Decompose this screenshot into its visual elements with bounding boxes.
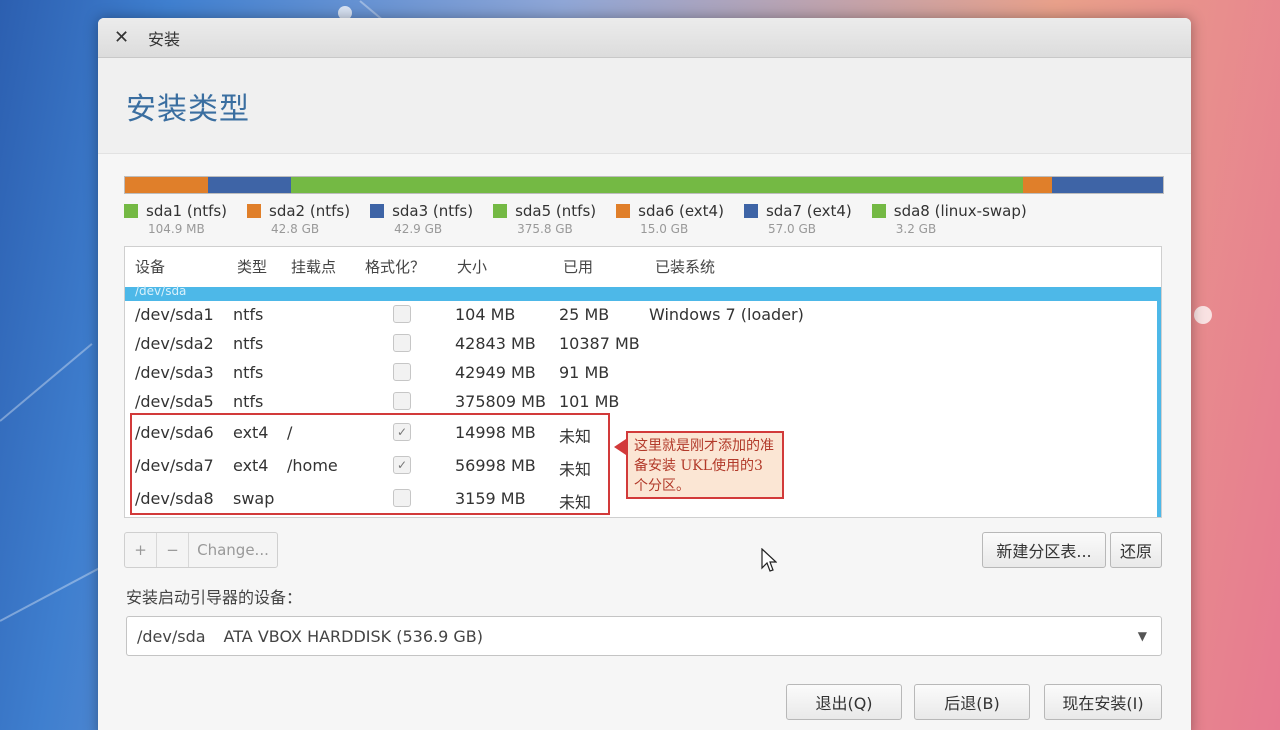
legend-name: sda6 (ext4) [638,202,724,220]
cell-type: ntfs [233,334,264,353]
revert-button[interactable]: 还原 [1110,532,1162,568]
legend-name: sda3 (ntfs) [392,202,474,220]
table-row[interactable]: /dev/sda2 ntfs 42843 MB 10387 MB [125,330,1155,359]
header-used[interactable]: 已用 [563,256,593,277]
cell-used: 10387 MB [559,334,640,353]
cell-type: ntfs [233,392,264,411]
partition-bar-segment [1051,177,1163,193]
window-title: 安装 [148,29,181,49]
partition-bar-segment [1022,177,1052,193]
format-checkbox[interactable] [393,392,411,410]
installer-window: ✕ 安装 安装类型 sda1 (ntfs) 104.9 MB sda2 (ntf… [98,18,1191,730]
header-system[interactable]: 已装系统 [655,256,715,277]
legend-swatch [370,204,385,218]
highlight-box [130,413,610,515]
table-row[interactable]: /dev/sda1 ntfs 104 MB 25 MB Windows 7 (l… [125,301,1155,330]
partition-legend: sda1 (ntfs) 104.9 MB sda2 (ntfs) 42.8 GB… [124,202,1164,236]
partition-bar-segment [125,177,209,193]
legend-size: 57.0 GB [767,222,817,236]
cell-used: 91 MB [559,363,610,382]
header-mount[interactable]: 挂载点 [291,256,336,277]
legend-name: sda8 (linux-swap) [893,202,1027,220]
boot-disk: ATA VBOX HARDDISK (536.9 GB) [223,626,484,646]
legend-size: 42.8 GB [271,222,320,236]
table-row[interactable]: /dev/sda3 ntfs 42949 MB 91 MB [125,359,1155,388]
back-button[interactable]: 后退(B) [914,684,1030,720]
legend-item: sda3 (ntfs) 42.9 GB [370,202,473,236]
chevron-down-icon: ▼ [1137,629,1147,643]
legend-name: sda7 (ext4) [765,202,852,220]
legend-size: 104.9 MB [148,222,205,236]
change-partition-button[interactable]: Change... [189,533,277,567]
legend-name: sda2 (ntfs) [269,202,351,220]
legend-name: sda1 (ntfs) [146,202,228,220]
selected-device: /dev/sda [135,284,187,298]
legend-name: sda5 (ntfs) [515,202,597,220]
format-checkbox[interactable] [393,363,411,381]
legend-item: sda8 (linux-swap) 3.2 GB [871,202,1027,236]
table-header: 设备 类型 挂载点 格式化？ 大小 已用 已装系统 [125,247,1161,285]
cell-device: /dev/sda3 [135,363,214,382]
cell-device: /dev/sda2 [135,334,214,353]
partition-bar [124,176,1164,194]
remove-partition-button[interactable]: − [157,533,189,567]
install-now-button[interactable]: 现在安装(I) [1044,684,1162,720]
legend-size: 15.0 GB [640,222,689,236]
mouse-pointer-icon [761,548,777,572]
legend-size: 3.2 GB [895,222,937,236]
cell-device: /dev/sda1 [135,305,214,324]
page-header: 安装类型 [98,58,1191,154]
boot-device-select[interactable]: /dev/sda ATA VBOX HARDDISK (536.9 GB) ▼ [126,616,1162,656]
legend-item: sda2 (ntfs) 42.8 GB [247,202,350,236]
annotation-callout: 这里就是刚才添加的准备安装 UKL使用的3个分区。 [614,431,784,499]
cell-size: 42949 MB [455,363,536,382]
scrollbar[interactable] [1157,287,1161,517]
add-partition-button[interactable]: + [125,533,157,567]
header-size[interactable]: 大小 [457,256,487,277]
format-checkbox[interactable] [393,334,411,352]
boot-loader-label: 安装启动引导器的设备： [126,588,303,607]
cell-used: 101 MB [559,392,620,411]
page-title: 安装类型 [126,91,250,127]
legend-size: 375.8 GB [517,222,573,236]
header-device[interactable]: 设备 [135,256,165,277]
title-bar: ✕ 安装 [98,18,1191,58]
cell-type: ntfs [233,305,264,324]
legend-swatch [871,204,886,218]
legend-size: 42.9 GB [394,222,443,236]
cell-size: 104 MB [455,305,516,324]
new-partition-table-button[interactable]: 新建分区表... [982,532,1106,568]
header-type[interactable]: 类型 [237,256,267,277]
partition-bar-segment [291,177,1023,193]
legend-swatch [493,204,508,218]
quit-button[interactable]: 退出(Q) [786,684,902,720]
table-row-selected[interactable]: /dev/sda [125,284,1159,301]
cell-system: Windows 7 (loader) [649,305,804,324]
legend-item: sda6 (ext4) 15.0 GB [616,202,724,236]
cell-size: 42843 MB [455,334,536,353]
format-checkbox[interactable] [393,305,411,323]
legend-item: sda7 (ext4) 57.0 GB [743,202,852,236]
boot-device: /dev/sda [137,626,206,646]
legend-item: sda5 (ntfs) 375.8 GB [493,202,596,236]
cell-size: 375809 MB [455,392,546,411]
cell-device: /dev/sda5 [135,392,214,411]
close-icon[interactable]: ✕ [114,27,134,48]
legend-swatch [247,204,262,218]
partition-bar-segment [208,177,292,193]
cell-type: ntfs [233,363,264,382]
legend-item: sda1 (ntfs) 104.9 MB [124,202,227,236]
legend-swatch [616,204,631,218]
legend-swatch [743,204,758,218]
header-format[interactable]: 格式化？ [365,256,425,277]
legend-swatch [124,204,138,218]
partition-toolbar: + − Change... [124,532,278,568]
cell-used: 25 MB [559,305,610,324]
